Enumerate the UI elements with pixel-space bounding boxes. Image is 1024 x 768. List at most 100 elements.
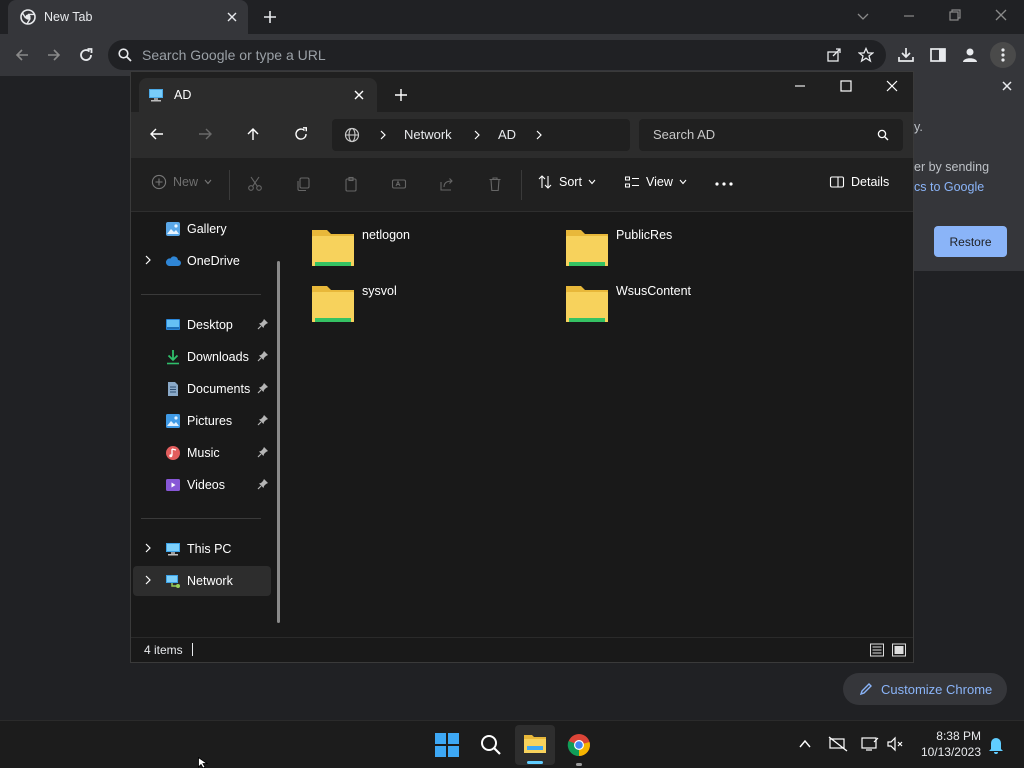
- new-tab-plus-icon[interactable]: [262, 9, 278, 25]
- notice-link-text[interactable]: cs to Google: [914, 180, 984, 194]
- notification-bell-icon[interactable]: [988, 736, 1004, 754]
- pencil-icon: [859, 683, 872, 696]
- chrome-close-icon[interactable]: [994, 8, 1008, 22]
- chrome-tab-new-tab[interactable]: New Tab: [8, 0, 248, 34]
- tab-search-chevron-icon[interactable]: [856, 9, 870, 23]
- details-button[interactable]: Details: [829, 174, 889, 190]
- taskbar-clock-date[interactable]: 10/13/2023: [917, 745, 981, 759]
- paste-icon[interactable]: [343, 176, 359, 192]
- windows-start-icon[interactable]: [435, 733, 459, 757]
- chrome-tab-close-icon[interactable]: [226, 11, 238, 23]
- command-bar: New Sort View Details: [131, 158, 913, 212]
- chrome-taskbar-button[interactable]: [567, 733, 591, 766]
- navigation-pane: Gallery OneDrive Desktop Downloads Docum…: [131, 213, 283, 637]
- pin-icon[interactable]: [257, 446, 269, 458]
- explorer-tab-close-icon[interactable]: [353, 89, 365, 101]
- pin-icon[interactable]: [257, 350, 269, 362]
- chrome-back-icon[interactable]: [14, 47, 30, 63]
- explorer-minimize-icon[interactable]: [793, 79, 807, 93]
- view-button[interactable]: View: [624, 174, 687, 190]
- chrome-menu-button[interactable]: [990, 42, 1016, 68]
- explorer-refresh-icon[interactable]: [293, 126, 309, 142]
- nav-item-documents[interactable]: Documents: [133, 374, 271, 404]
- pin-icon[interactable]: [257, 382, 269, 394]
- breadcrumb-ad[interactable]: AD: [498, 127, 516, 142]
- chrome-tab-title: New Tab: [44, 10, 93, 24]
- share-icon[interactable]: [439, 176, 455, 192]
- rename-icon[interactable]: [391, 176, 407, 192]
- more-options-icon[interactable]: [715, 182, 733, 186]
- explorer-new-tab-icon[interactable]: [394, 88, 408, 102]
- delete-icon[interactable]: [487, 176, 503, 192]
- file-explorer-taskbar-button[interactable]: [515, 725, 555, 765]
- address-bar[interactable]: Network AD: [332, 119, 630, 151]
- breadcrumb-chevron-icon[interactable]: [472, 130, 482, 140]
- pin-icon[interactable]: [257, 478, 269, 490]
- restore-button[interactable]: Restore: [934, 226, 1007, 257]
- nav-item-desktop[interactable]: Desktop: [133, 310, 271, 340]
- expand-chevron-icon[interactable]: [143, 255, 153, 265]
- nav-scrollbar[interactable]: [277, 261, 280, 623]
- chrome-minimize-icon[interactable]: [902, 9, 916, 23]
- show-hidden-icons-chevron-icon[interactable]: [798, 738, 812, 750]
- explorer-close-icon[interactable]: [885, 79, 899, 93]
- omnibox-placeholder: Search Google or type a URL: [142, 47, 326, 63]
- onedrive-cloud-icon: [165, 256, 181, 266]
- expand-chevron-icon[interactable]: [143, 543, 153, 553]
- network-disconnected-icon[interactable]: [828, 736, 848, 752]
- nav-item-music[interactable]: Music: [133, 438, 271, 468]
- explorer-search-input[interactable]: Search AD: [639, 119, 903, 151]
- chrome-reload-icon[interactable]: [78, 47, 94, 63]
- nav-item-network[interactable]: Network: [133, 566, 271, 596]
- videos-icon: [166, 479, 180, 491]
- nav-item-gallery[interactable]: Gallery: [133, 214, 271, 244]
- explorer-maximize-icon[interactable]: [839, 79, 853, 93]
- nav-divider: [141, 294, 261, 295]
- explorer-up-icon[interactable]: [245, 126, 261, 142]
- notice-close-icon[interactable]: [1001, 80, 1013, 92]
- breadcrumb-network[interactable]: Network: [404, 127, 452, 142]
- nav-label: Desktop: [187, 318, 233, 332]
- pin-icon[interactable]: [257, 318, 269, 330]
- nav-item-downloads[interactable]: Downloads: [133, 342, 271, 372]
- folder-item-sysvol[interactable]: sysvol: [311, 280, 541, 330]
- nav-item-this-pc[interactable]: This PC: [133, 534, 271, 564]
- nav-item-pictures[interactable]: Pictures: [133, 406, 271, 436]
- profile-icon[interactable]: [961, 46, 979, 64]
- side-panel-icon[interactable]: [929, 46, 947, 64]
- pictures-icon: [166, 414, 180, 428]
- folder-icon: [312, 230, 354, 266]
- explorer-tab-ad[interactable]: AD: [139, 78, 377, 112]
- volume-muted-icon[interactable]: [886, 736, 904, 752]
- bookmark-star-icon[interactable]: [858, 47, 874, 63]
- gallery-icon: [166, 222, 180, 236]
- breadcrumb-chevron-icon[interactable]: [378, 130, 388, 140]
- chrome-restore-icon[interactable]: [948, 8, 962, 22]
- customize-chrome-label: Customize Chrome: [881, 681, 993, 697]
- folder-item-netlogon[interactable]: netlogon: [311, 224, 541, 274]
- downloads-icon[interactable]: [897, 46, 915, 64]
- new-button[interactable]: New: [151, 174, 212, 190]
- taskbar-clock-time[interactable]: 8:38 PM: [933, 729, 981, 743]
- large-icons-view-icon[interactable]: [891, 642, 907, 658]
- explorer-forward-icon[interactable]: [197, 126, 213, 142]
- nav-item-onedrive[interactable]: OneDrive: [133, 246, 271, 276]
- sort-button[interactable]: Sort: [537, 174, 596, 190]
- folder-item-wsuscontent[interactable]: WsusContent: [565, 280, 795, 330]
- cut-icon[interactable]: [247, 176, 263, 192]
- explorer-back-icon[interactable]: [149, 126, 165, 142]
- chrome-forward-icon[interactable]: [46, 47, 62, 63]
- pin-icon[interactable]: [257, 414, 269, 426]
- omnibox[interactable]: Search Google or type a URL: [108, 40, 886, 70]
- expand-chevron-icon[interactable]: [143, 575, 153, 585]
- nav-item-videos[interactable]: Videos: [133, 470, 271, 500]
- folder-item-publicres[interactable]: PublicRes: [565, 224, 795, 274]
- taskbar-search-icon[interactable]: [480, 734, 502, 756]
- chrome-logo-icon: [567, 734, 590, 757]
- details-view-icon[interactable]: [869, 642, 885, 658]
- copy-icon[interactable]: [295, 176, 311, 192]
- customize-chrome-button[interactable]: Customize Chrome: [843, 673, 1007, 705]
- share-icon[interactable]: [826, 47, 842, 63]
- display-icon[interactable]: [860, 736, 880, 752]
- breadcrumb-chevron-icon[interactable]: [534, 130, 544, 140]
